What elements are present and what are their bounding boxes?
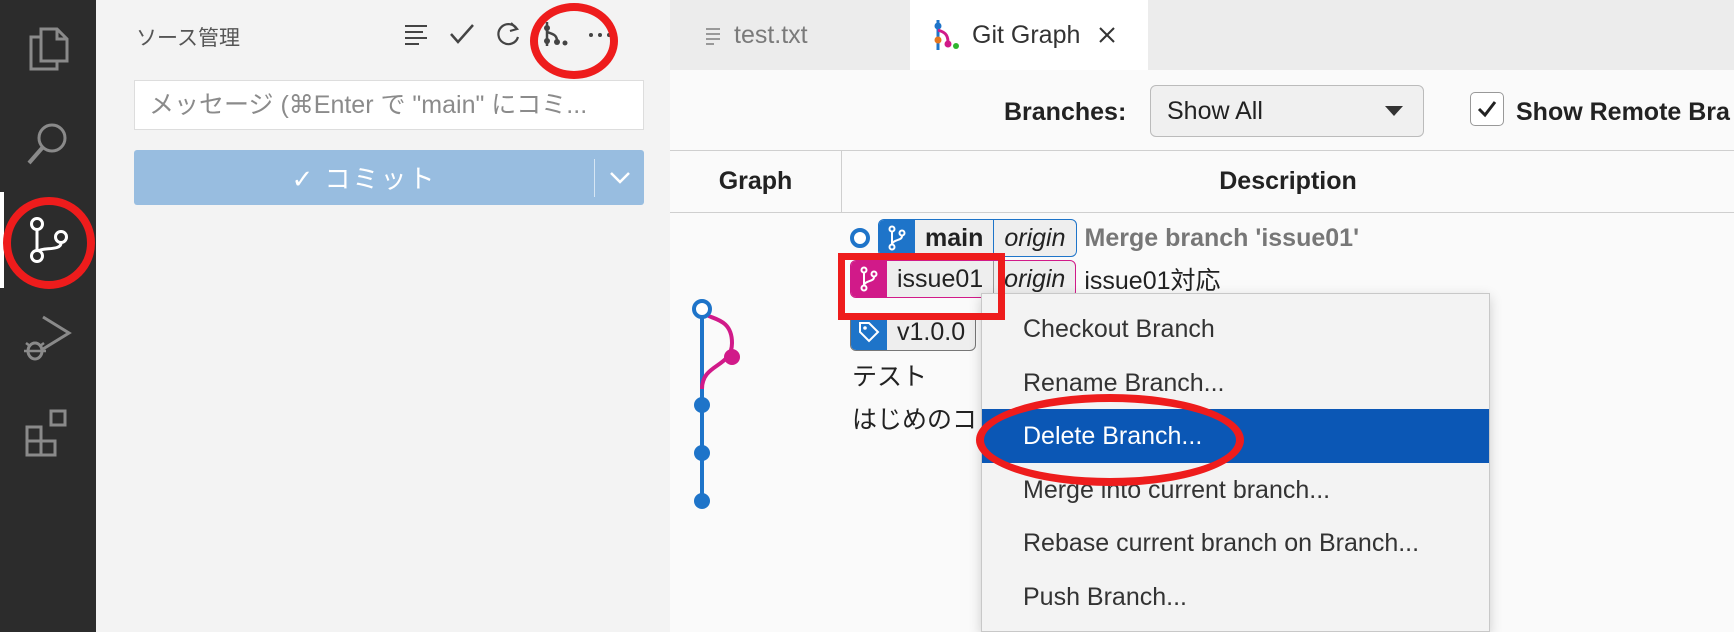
extensions-button[interactable] xyxy=(0,384,96,480)
commit-row[interactable]: main origin Merge branch 'issue01' xyxy=(850,218,1359,258)
menu-item-rebase-on-branch[interactable]: Rebase current branch on Branch... xyxy=(982,516,1489,570)
chevron-down-icon xyxy=(609,171,630,184)
menu-item-push-branch[interactable]: Push Branch... xyxy=(982,570,1489,624)
annotation-ellipse-delete-branch xyxy=(976,394,1244,486)
explorer-button[interactable] xyxy=(0,0,96,96)
branch-ref-main[interactable]: main origin xyxy=(878,219,1077,257)
column-graph: Graph xyxy=(670,151,842,212)
commit-row[interactable]: はじめのコ xyxy=(852,398,977,438)
commit-message: issue01対応 xyxy=(1084,267,1221,295)
commit-node-v100 xyxy=(694,397,710,413)
commit-message-input[interactable] xyxy=(134,80,644,130)
commit-node-head xyxy=(692,299,712,319)
branches-dropdown[interactable]: Show All xyxy=(1150,85,1424,137)
tab-label[interactable]: test.txt xyxy=(734,21,808,50)
view-as-list-icon xyxy=(405,25,427,45)
source-control-panel: ソース管理 メッセージ (⌘Enter で "main" にコミ... ✓ コミ… xyxy=(96,0,670,632)
commit-table-header: Graph Description xyxy=(670,150,1734,213)
tab-label[interactable]: Git Graph xyxy=(972,21,1080,50)
activity-bar xyxy=(0,0,96,632)
show-remote-checkbox[interactable] xyxy=(1470,92,1504,126)
remote-name: origin xyxy=(993,261,1075,297)
run-debug-button[interactable] xyxy=(0,288,96,384)
extensions-icon xyxy=(25,409,67,457)
branches-label: Branches: xyxy=(1004,98,1127,126)
panel-title: ソース管理 xyxy=(136,27,240,50)
commit-node-issue01 xyxy=(724,349,740,365)
text-file-icon xyxy=(704,25,722,45)
commit-node-initial xyxy=(694,493,710,509)
head-indicator xyxy=(850,228,870,248)
tab-test-txt[interactable]: test.txt xyxy=(670,0,910,70)
branch-name: main xyxy=(925,223,984,252)
refresh-icon xyxy=(497,22,520,46)
commit-button[interactable]: ✓ コミット xyxy=(134,150,644,205)
commit-message: はじめのコ xyxy=(852,406,978,434)
annotation-circle-source-control xyxy=(3,197,95,289)
menu-item-checkout-branch[interactable]: Checkout Branch xyxy=(982,302,1489,356)
commit-message: Merge branch 'issue01' xyxy=(1084,223,1360,252)
remote-name: origin xyxy=(993,220,1075,256)
column-description: Description xyxy=(1219,167,1357,195)
view-as-list-button[interactable] xyxy=(398,16,434,52)
commit-graph xyxy=(692,299,740,509)
git-graph-tab-icon xyxy=(932,18,960,52)
editor-tabs: test.txt Git Graph xyxy=(670,0,1734,70)
commit-node-test xyxy=(694,445,710,461)
commit-button-icon[interactable] xyxy=(444,16,480,52)
commit-button-label[interactable]: ✓ コミット xyxy=(134,150,594,205)
close-icon[interactable] xyxy=(1098,26,1116,44)
commit-row[interactable]: テスト xyxy=(852,355,927,395)
branches-dropdown-value[interactable]: Show All xyxy=(1167,97,1263,126)
graph-line-issue01 xyxy=(700,308,735,390)
git-graph-controls: Branches: Show All Show Remote Bra xyxy=(670,70,1734,150)
commit-dropdown-button[interactable] xyxy=(595,150,644,205)
run-debug-icon xyxy=(24,315,72,361)
refresh-button[interactable] xyxy=(490,16,526,52)
annotation-rect-issue01 xyxy=(838,253,1005,320)
commit-check-icon xyxy=(450,24,474,44)
annotation-circle-git-graph-button xyxy=(530,3,618,79)
dropdown-caret-icon xyxy=(1385,106,1403,116)
files-icon xyxy=(29,27,69,71)
search-icon xyxy=(27,123,67,165)
tab-git-graph[interactable]: Git Graph xyxy=(910,0,1148,70)
checkmark-icon xyxy=(1477,101,1497,118)
commit-message: テスト xyxy=(852,363,928,391)
search-button[interactable] xyxy=(0,96,96,192)
branch-icon xyxy=(879,220,915,256)
show-remote-label[interactable]: Show Remote Bra xyxy=(1516,98,1730,127)
